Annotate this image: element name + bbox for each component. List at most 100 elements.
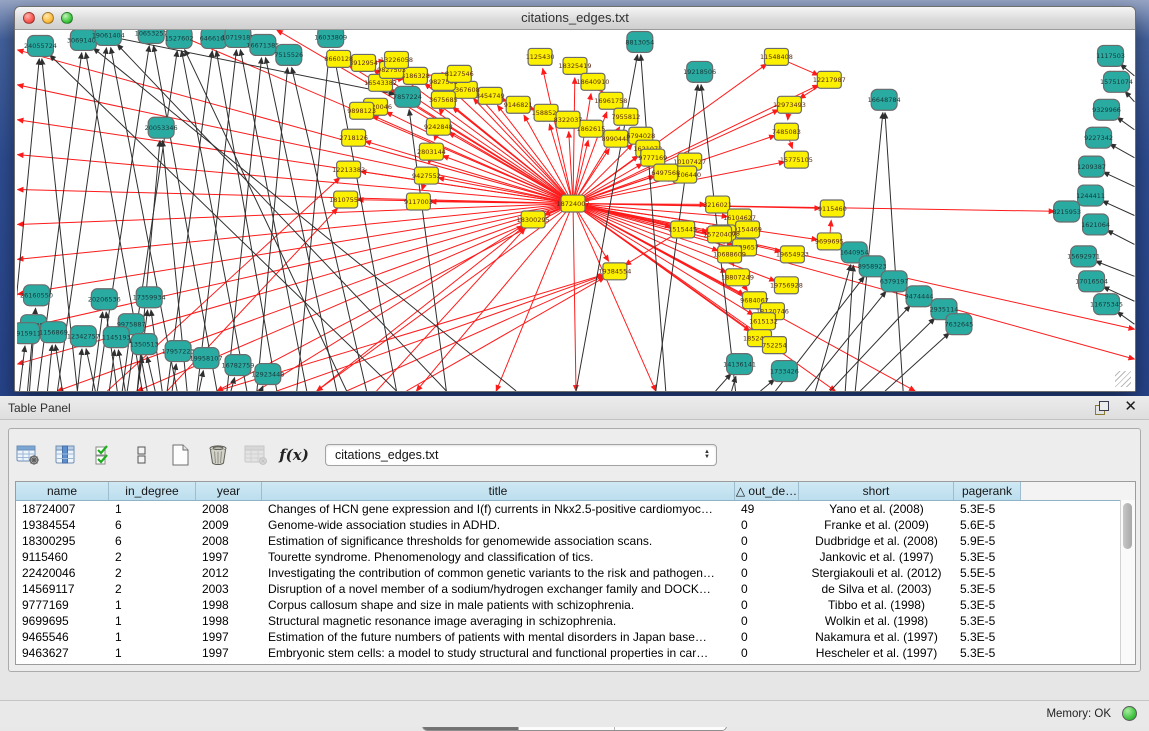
row-height-button[interactable] (129, 442, 155, 468)
graph-edge[interactable] (199, 371, 203, 391)
graph-edge[interactable] (449, 133, 573, 204)
graph-edge[interactable] (573, 204, 656, 391)
graph-edge[interactable] (216, 51, 277, 391)
graph-node[interactable]: 18325419 (559, 57, 592, 74)
graph-node[interactable]: 9242848 (424, 118, 453, 135)
graph-node[interactable]: 18724007 (557, 195, 590, 212)
graph-node[interactable]: 2803144 (417, 143, 446, 160)
column-header-pagerank[interactable]: pagerank (954, 482, 1021, 500)
delete-column-button[interactable] (205, 442, 231, 468)
graph-node[interactable]: 19061404 (92, 30, 125, 45)
graph-node[interactable]: 20206536 (88, 289, 121, 310)
column-header-year[interactable]: year (196, 482, 262, 500)
graph-node[interactable]: 1156869 (39, 322, 68, 343)
graph-node[interactable]: 18107554 (329, 191, 362, 208)
graph-node[interactable]: 8454749 (476, 87, 505, 104)
graph-edge[interactable] (573, 204, 1055, 212)
graph-node[interactable]: 9115460 (818, 200, 847, 217)
graph-node[interactable]: 16961758 (594, 92, 627, 109)
graph-edge[interactable] (18, 204, 573, 225)
graph-edge[interactable] (77, 349, 82, 391)
window-resize-grip[interactable] (1115, 371, 1131, 387)
column-header-short[interactable]: short (799, 482, 954, 500)
graph-node[interactable]: 10688609 (713, 246, 746, 263)
graph-edge[interactable] (227, 58, 262, 391)
graph-node[interactable]: 8215953 (1052, 201, 1081, 222)
graph-node[interactable]: 9329966 (1092, 99, 1121, 120)
graph-edge[interactable] (1110, 144, 1135, 158)
table-row[interactable]: 1872400712008Changes of HCN gene express… (16, 501, 1135, 517)
table-row[interactable]: 1456911722003Disruption of a novel membe… (16, 581, 1135, 597)
table-row[interactable]: 1938455462009Genome-wide association stu… (16, 517, 1135, 533)
graph-edge[interactable] (86, 349, 95, 391)
selection-mode-button[interactable] (91, 442, 117, 468)
graph-node[interactable]: 16782759 (221, 355, 254, 376)
graph-edge[interactable] (92, 312, 102, 391)
graph-node[interactable]: 1244411 (1076, 185, 1105, 206)
graph-node[interactable]: 7515526 (274, 44, 303, 65)
graph-node[interactable]: 8660128 (324, 50, 353, 67)
graph-node[interactable]: 19756928 (770, 277, 803, 294)
graph-node[interactable]: 1145193 (102, 327, 131, 348)
graph-node[interactable]: 1515445 (668, 221, 697, 238)
graph-node[interactable]: 12973493 (773, 96, 806, 113)
graph-node[interactable]: 7857224 (393, 86, 422, 107)
column-header-title[interactable]: title (262, 482, 735, 500)
graph-node[interactable]: 14136141 (723, 354, 756, 375)
graph-node[interactable]: 17359934 (133, 287, 166, 308)
graph-node[interactable]: 13226058 (380, 51, 413, 68)
graph-node[interactable]: 6379197 (880, 271, 909, 292)
graph-node[interactable]: 8127546 (445, 65, 474, 82)
graph-node[interactable]: 9227342 (1084, 127, 1113, 148)
column-header-name[interactable]: name (16, 482, 109, 500)
graph-edge[interactable] (257, 226, 523, 391)
graph-node[interactable]: 9474444 (905, 286, 934, 307)
graph-node[interactable]: 8322037 (554, 111, 583, 128)
graph-node[interactable]: 1125430 (526, 48, 555, 65)
graph-node[interactable]: 9898123 (347, 102, 376, 119)
graph-node[interactable]: 24055724 (24, 35, 57, 56)
graph-node[interactable]: 11548408 (760, 48, 793, 65)
graph-node[interactable]: 15751074 (1100, 71, 1133, 92)
graph-node[interactable]: 1350513 (130, 334, 159, 355)
graph-node[interactable]: 9699695 (815, 233, 844, 250)
graph-edge[interactable] (760, 379, 774, 391)
table-selector-dropdown[interactable]: citations_edges.txt ▲▼ (325, 444, 717, 466)
float-panel-icon[interactable] (1095, 401, 1109, 415)
graph-node[interactable]: 18807249 (721, 269, 754, 286)
graph-node[interactable]: 1527602 (165, 30, 194, 48)
graph-edge[interactable] (18, 50, 573, 204)
create-column-button[interactable] (167, 442, 193, 468)
scrollbar-thumb[interactable] (1123, 503, 1132, 549)
graph-edge[interactable] (167, 51, 212, 391)
graph-node[interactable]: 12217987 (813, 71, 846, 88)
graph-edge[interactable] (885, 113, 903, 391)
graph-edge[interactable] (845, 265, 853, 391)
graph-node[interactable]: 2718126 (339, 129, 368, 146)
graph-node[interactable]: 7632645 (945, 314, 974, 335)
graph-node[interactable]: 16648784 (868, 89, 901, 110)
graph-node[interactable]: 12342757 (67, 326, 100, 347)
graph-node[interactable]: 3915911 (17, 323, 41, 344)
graph-edge[interactable] (1103, 172, 1134, 186)
graph-edge[interactable] (716, 374, 731, 391)
graph-node[interactable]: 6497568 (651, 164, 680, 181)
function-builder-button[interactable]: f(x) (281, 442, 307, 468)
table-row[interactable]: 969969511998Structural magnetic resonanc… (16, 613, 1135, 629)
column-header-in_degree[interactable]: in_degree (109, 482, 196, 500)
graph-edge[interactable] (373, 116, 573, 204)
memory-ok-icon[interactable] (1122, 706, 1137, 721)
graph-node[interactable]: 15775105 (780, 151, 813, 168)
graph-node[interactable]: 8813054 (625, 31, 654, 52)
table-row[interactable]: 2242004622012Investigating the contribut… (16, 565, 1135, 581)
graph-node[interactable]: 1209387 (1077, 156, 1106, 177)
graph-node[interactable]: 20053346 (145, 117, 178, 138)
graph-node[interactable]: 18300295 (517, 211, 550, 228)
table-row[interactable]: 1830029562008Estimation of significance … (16, 533, 1135, 549)
show-columns-button[interactable] (53, 442, 79, 468)
graph-node[interactable]: 7955812 (611, 108, 640, 125)
graph-node[interactable]: 9146821 (504, 96, 533, 113)
graph-node[interactable]: 19218506 (683, 61, 716, 82)
graph-edge[interactable] (1102, 201, 1134, 216)
graph-node[interactable]: 17016504 (1075, 271, 1108, 292)
